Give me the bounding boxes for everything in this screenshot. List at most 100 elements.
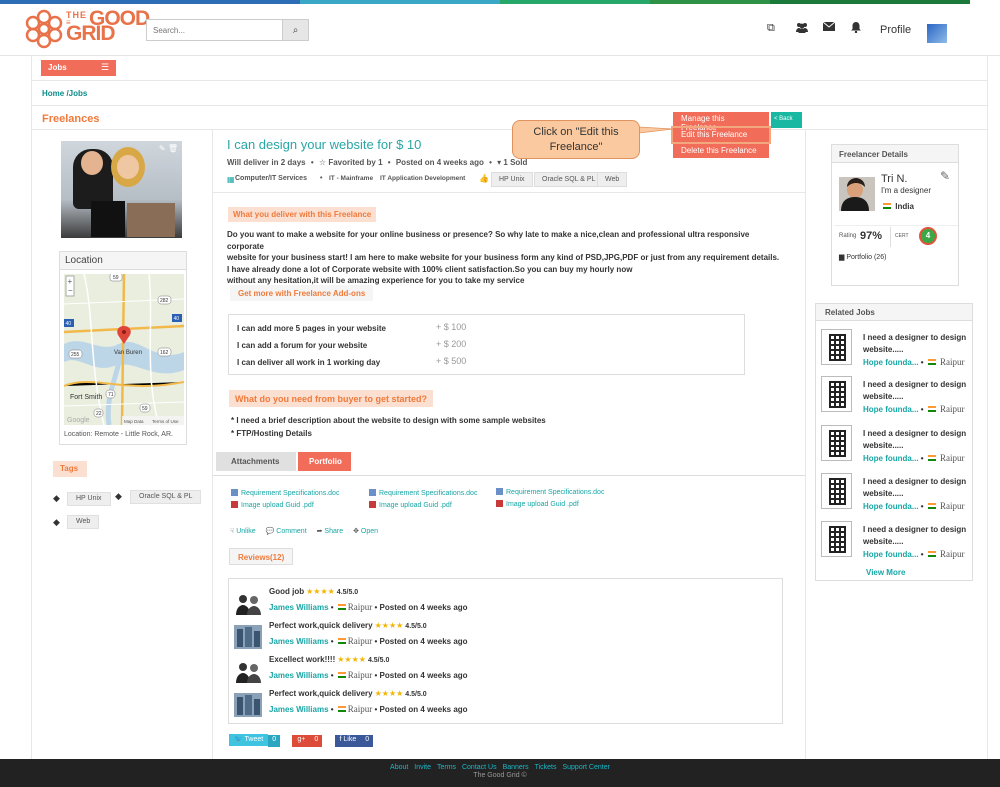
reviewer-avatar xyxy=(234,659,262,683)
profile-link[interactable]: Profile xyxy=(880,24,911,36)
tab-portfolio[interactable]: Portfolio xyxy=(298,452,351,471)
rating-score: 4.5/5.0 xyxy=(405,691,427,698)
location-map[interactable]: + − Van Buren Fort Smith 59 282 40 255 1… xyxy=(64,274,184,425)
svg-text:Van Buren: Van Buren xyxy=(114,350,142,356)
related-job-item[interactable]: I need a designer to design website.....… xyxy=(821,425,971,469)
related-job-item[interactable]: I need a designer to design website.....… xyxy=(821,376,971,420)
review-item: Perfect work,quick delivery ★★★★ 4.5/5.0 J… xyxy=(234,689,774,719)
site-logo[interactable]: THE ≡ GOOD GRID xyxy=(24,8,150,50)
footer-link-about[interactable]: About xyxy=(390,764,408,771)
search-input[interactable] xyxy=(146,19,282,41)
chip-oracle[interactable]: Oracle SQL & PL xyxy=(534,172,604,187)
user-avatar[interactable] xyxy=(927,24,947,43)
footer-link-terms[interactable]: Terms xyxy=(437,764,456,771)
rating-stars: ★★★★ xyxy=(306,587,335,596)
flag-icon xyxy=(883,203,891,209)
file-pdf[interactable]: Image upload Guid .pdf xyxy=(231,501,314,509)
reviewer-name[interactable]: James Williams xyxy=(269,671,329,680)
footer-link-tickets[interactable]: Tickets xyxy=(535,764,557,771)
category[interactable]: Computer/IT Services xyxy=(235,175,307,182)
footer-link-support[interactable]: Support Center xyxy=(562,764,609,771)
share-link[interactable]: Share xyxy=(324,528,343,535)
subcategory[interactable]: IT - Mainframe xyxy=(329,175,373,182)
footer-link-contact[interactable]: Contact Us xyxy=(462,764,497,771)
freelancer-avatar[interactable] xyxy=(839,177,875,211)
building-window xyxy=(831,346,834,349)
reviews-heading[interactable]: Reviews(12) xyxy=(229,548,293,565)
comment-link[interactable]: Comment xyxy=(276,528,306,535)
file-name: Image upload Guid .pdf xyxy=(241,502,314,509)
building-window xyxy=(831,393,834,396)
chip-web[interactable]: Web xyxy=(597,172,628,187)
reviewer-place: Raipur xyxy=(347,704,373,714)
edit-profile-icon[interactable]: ✎ xyxy=(940,169,950,183)
instruction-callout: Click on "Edit this Freelance" xyxy=(512,120,640,159)
breadcrumb[interactable]: Home /Jobs xyxy=(42,89,87,98)
view-more-link[interactable]: View More xyxy=(866,568,905,577)
related-job-item[interactable]: I need a designer to design website.....… xyxy=(821,329,971,373)
reviewer-name[interactable]: James Williams xyxy=(269,603,329,612)
footer-link-banners[interactable]: Banners xyxy=(503,764,529,771)
review-item: Perfect work,quick delivery ★★★★ 4.5/5.0 J… xyxy=(234,621,774,651)
related-job-item[interactable]: I need a designer to design website.....… xyxy=(821,521,971,565)
chip-hp-unix[interactable]: HP Unix xyxy=(491,172,533,187)
trash-icon[interactable]: 🗑 xyxy=(168,144,178,153)
freelancer-name[interactable]: Tri N. xyxy=(881,173,907,185)
logo-text: THE ≡ GOOD GRID xyxy=(66,7,150,45)
svg-text:Google: Google xyxy=(67,417,90,424)
unlike-link[interactable]: Unlike xyxy=(236,528,255,535)
file-name: Requirement Specifications.doc xyxy=(506,489,605,496)
envelope-icon[interactable] xyxy=(822,21,836,34)
cert-label: CERT xyxy=(895,233,909,239)
back-button[interactable]: < Back xyxy=(771,112,802,128)
external-link-icon[interactable]: ⧉ xyxy=(767,22,775,35)
freelancer-role: I'm a designer xyxy=(881,186,931,195)
tag-web[interactable]: Web xyxy=(67,515,100,529)
svg-text:162: 162 xyxy=(160,350,169,356)
file-doc[interactable]: Requirement Specifications.doc xyxy=(369,489,477,497)
description-line: Do you want to make a website for your o… xyxy=(227,230,750,251)
divider xyxy=(834,225,958,226)
file-pdf[interactable]: Image upload Guid .pdf xyxy=(496,500,579,508)
reviewer-name[interactable]: James Williams xyxy=(269,705,329,714)
requirement-item: * FTP/Hosting Details xyxy=(231,429,312,438)
building-window xyxy=(831,533,834,536)
building-window xyxy=(831,356,834,359)
related-job-item[interactable]: I need a designer to design website.....… xyxy=(821,473,971,517)
tab-attachments[interactable]: Attachments xyxy=(216,452,296,471)
photo-edit-icons[interactable]: ✎ 🗑 xyxy=(159,144,178,153)
review-meta: James Williams • Raipur • Posted on 4 we… xyxy=(269,704,468,714)
footer-links: About Invite Terms Contact Us Banners Ti… xyxy=(0,759,1000,771)
portfolio-link[interactable]: ▆ Portfolio (26) xyxy=(839,253,886,261)
svg-text:22: 22 xyxy=(96,411,102,417)
divider xyxy=(890,227,891,247)
tag-oracle[interactable]: Oracle SQL & PL xyxy=(130,490,202,504)
file-pdf[interactable]: Image upload Guid .pdf xyxy=(369,501,452,509)
file-name: Requirement Specifications.doc xyxy=(379,490,478,497)
gplus-button[interactable]: g+ xyxy=(292,735,311,747)
edit-freelance-button[interactable]: Edit this Freelance xyxy=(671,126,771,144)
jobs-menu-button[interactable]: Jobs ☰ xyxy=(41,60,116,76)
delete-freelance-button[interactable]: Delete this Freelance xyxy=(673,144,769,158)
addon-price: + $ 100 xyxy=(436,322,467,332)
footer-link-invite[interactable]: Invite xyxy=(414,764,431,771)
subcategory[interactable]: IT Application Development xyxy=(380,175,465,182)
edit-icon[interactable]: ✎ xyxy=(159,144,166,153)
manage-freelance-button[interactable]: Manage this Freelance xyxy=(673,112,769,132)
tweet-button[interactable]: 🐦 Tweet xyxy=(229,734,269,746)
file-doc[interactable]: Requirement Specifications.doc xyxy=(496,488,604,496)
review-meta: James Williams • Raipur • Posted on 4 we… xyxy=(269,636,468,646)
reviewer-name[interactable]: James Williams xyxy=(269,637,329,646)
building-window xyxy=(841,336,844,339)
users-icon[interactable] xyxy=(795,22,809,36)
search-button[interactable]: ⌕ xyxy=(282,19,309,41)
bell-icon[interactable] xyxy=(851,22,861,36)
description-line: I have already done a lot of Corporate w… xyxy=(227,264,633,274)
page-title: Freelances xyxy=(42,113,100,125)
open-link[interactable]: Open xyxy=(361,528,378,535)
like-button[interactable]: f Like xyxy=(334,735,362,747)
file-doc[interactable]: Requirement Specifications.doc xyxy=(231,489,339,497)
rating-stars: ★★★★ xyxy=(374,621,404,630)
tag-hp-unix[interactable]: HP Unix xyxy=(67,492,111,506)
column-rule xyxy=(805,130,806,759)
